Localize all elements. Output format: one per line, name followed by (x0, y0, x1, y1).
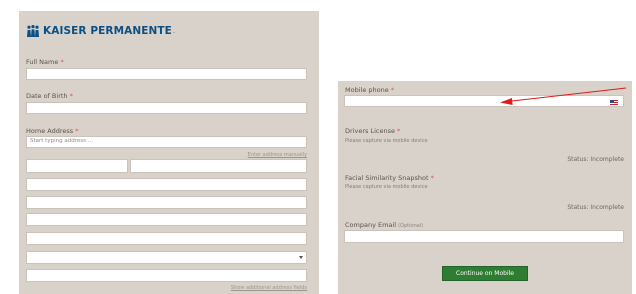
red-arrow-icon (500, 87, 627, 105)
